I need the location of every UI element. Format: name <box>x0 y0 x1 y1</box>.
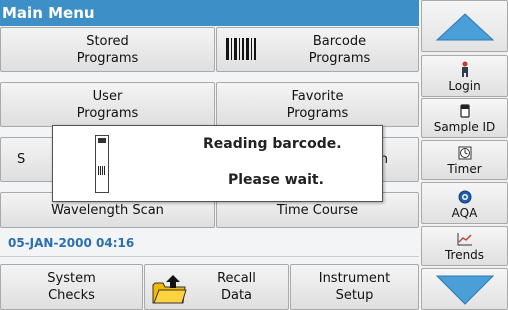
system-checks-label: System Checks <box>47 271 96 303</box>
stored-programs-button[interactable]: Stored Programs <box>0 27 215 72</box>
screen: Main Menu Stored Programs Barcode Progra… <box>0 0 508 310</box>
timer-button[interactable]: Timer <box>421 140 508 180</box>
page-title: Main Menu <box>0 0 419 26</box>
status-divider <box>0 256 419 257</box>
aqa-icon <box>458 190 471 204</box>
barcode-icon <box>226 38 256 60</box>
aqa-label: AQA <box>451 206 478 220</box>
system-checks-button[interactable]: System Checks <box>0 264 143 310</box>
scroll-up-button[interactable] <box>421 0 508 52</box>
time-course-label: Time Course <box>276 202 359 218</box>
stored-programs-label: Stored Programs <box>76 33 139 66</box>
dialog-message-line1: Reading barcode. <box>203 136 342 152</box>
sample-id-label: Sample ID <box>433 120 496 134</box>
recall-data-button[interactable]: Recall Data <box>144 264 289 310</box>
trends-button[interactable]: Trends <box>421 226 508 266</box>
login-button[interactable]: Login <box>421 55 508 97</box>
arrow-up-icon <box>436 13 494 41</box>
login-label: Login <box>448 79 481 93</box>
user-programs-label: User Programs <box>76 88 139 121</box>
date-time-display: 05-JAN-2000 04:16 <box>8 236 135 250</box>
wavelength-scan-label: Wavelength Scan <box>51 202 164 218</box>
instrument-setup-label: Instrument Setup <box>318 271 391 303</box>
arrow-down-icon <box>436 275 494 305</box>
favorite-programs-button[interactable]: Favorite Programs <box>216 82 419 127</box>
person-icon <box>461 61 468 77</box>
vial-barcode-icon <box>95 135 109 193</box>
timer-label: Timer <box>447 162 482 176</box>
side-panel: Login Sample ID Timer AQA Trends <box>421 0 508 310</box>
instrument-setup-button[interactable]: Instrument Setup <box>290 264 419 310</box>
user-programs-button[interactable]: User Programs <box>0 82 215 127</box>
sample-vial-icon <box>459 104 470 118</box>
recall-data-label: Recall Data <box>217 271 256 303</box>
favorite-programs-label: Favorite Programs <box>286 88 349 121</box>
single-wavelength-label: S <box>17 152 26 167</box>
barcode-programs-button[interactable]: Barcode Programs <box>216 27 419 72</box>
trends-icon <box>457 233 472 246</box>
trends-label: Trends <box>444 248 485 262</box>
barcode-programs-label: Barcode Programs <box>308 33 371 66</box>
folder-upload-icon <box>152 275 187 304</box>
aqa-button[interactable]: AQA <box>421 182 508 224</box>
dialog-message-line2: Please wait. <box>228 172 324 188</box>
sample-id-button[interactable]: Sample ID <box>421 98 508 138</box>
reading-barcode-dialog: Reading barcode. Please wait. <box>52 125 383 202</box>
timer-icon <box>458 146 471 160</box>
scroll-down-button[interactable] <box>421 268 508 310</box>
